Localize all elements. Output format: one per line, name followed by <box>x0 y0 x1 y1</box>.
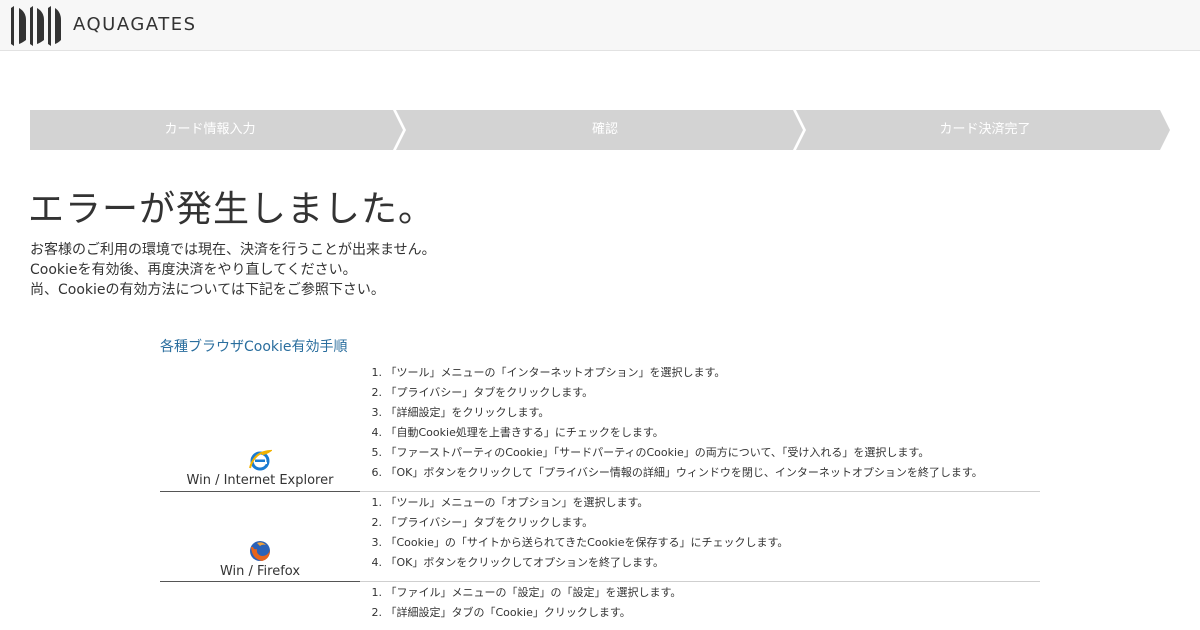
list-item: 1. 「ファイル」メニューの「設定」の「設定」を選択します。 <box>371 586 682 599</box>
progress-steps: カード情報入力 確認 カード決済完了 <box>30 110 1170 150</box>
aquagates-logo-icon[interactable] <box>10 6 62 46</box>
logo-text: AQUAGATES <box>73 14 197 35</box>
step-label-card-input: カード情報入力 <box>164 122 256 137</box>
error-message-line: お客様のご利用の環境では現在、決済を行うことが出来ません。 <box>30 242 436 258</box>
list-item: 5. 「ファーストパーティのCookie」「サードパーティのCookie」の両方… <box>371 446 930 459</box>
list-item: 3. 「詳細設定」をクリックします。 <box>371 406 550 419</box>
error-message-line: Cookieを有効後、再度決済をやり直してください。 <box>30 262 357 278</box>
list-item: 2. 「プライバシー」タブをクリックします。 <box>371 386 594 399</box>
firefox-icon <box>250 541 270 561</box>
list-item: 3. 「Cookie」の「サイトから送られてきたCookieを保存する」にチェッ… <box>371 536 789 549</box>
error-message-line: 尚、Cookieの有効方法については下記をご参照下さい。 <box>30 282 385 298</box>
ie-steps: 1. 「ツール」メニューの「インターネットオプション」を選択します。 2. 「プ… <box>360 363 1040 492</box>
site-header: AQUAGATES <box>0 0 1200 51</box>
error-message: お客様のご利用の環境では現在、決済を行うことが出来ません。 Cookieを有効後… <box>30 240 436 300</box>
list-item: 1. 「ツール」メニューの「オプション」を選択します。 <box>371 496 649 509</box>
list-item: 4. 「OK」ボタンをクリックしてオプションを終了します。 <box>371 556 664 569</box>
list-item: 6. 「OK」ボタンをクリックして「プライバシー情報の詳細」ウィンドウを閉じ、イ… <box>371 466 983 479</box>
browser-guide-title: 各種ブラウザCookie有効手順 <box>160 339 348 355</box>
step-label-complete: カード決済完了 <box>939 122 1031 137</box>
list-item: 4. 「自動Cookie処理を上書きする」にチェックをします。 <box>371 426 664 439</box>
list-item: 2. 「詳細設定」タブの「Cookie」クリックします。 <box>371 606 631 619</box>
browser-3-steps: 1. 「ファイル」メニューの「設定」の「設定」を選択します。 2. 「詳細設定」… <box>360 583 1040 630</box>
internet-explorer-icon <box>249 449 272 471</box>
browser-name: Win / Firefox <box>219 564 301 579</box>
browser-ie: Win / Internet Explorer <box>160 448 360 492</box>
browser-firefox: Win / Firefox <box>160 539 360 582</box>
browser-name: Win / Internet Explorer <box>186 473 334 488</box>
error-title: エラーが発生しました。 <box>28 189 436 230</box>
list-item: 1. 「ツール」メニューの「インターネットオプション」を選択します。 <box>371 366 726 379</box>
firefox-steps: 1. 「ツール」メニューの「オプション」を選択します。 2. 「プライバシー」タ… <box>360 493 1040 582</box>
list-item: 2. 「プライバシー」タブをクリックします。 <box>371 516 594 529</box>
step-label-confirm: 確認 <box>591 122 618 137</box>
